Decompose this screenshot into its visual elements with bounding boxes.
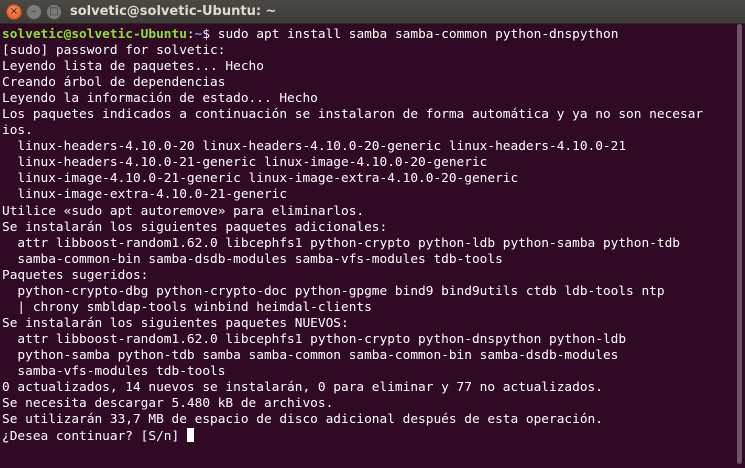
window-title: solvetic@solvetic-Ubuntu: ~ (70, 4, 277, 19)
close-button[interactable]: × (6, 4, 22, 20)
title-bar[interactable]: × – □ solvetic@solvetic-Ubuntu: ~ (0, 0, 745, 24)
terminal-window: × – □ solvetic@solvetic-Ubuntu: ~ solvet… (0, 0, 745, 468)
maximize-icon: □ (49, 6, 59, 17)
output-line: Creando árbol de dependencias (2, 75, 226, 91)
output-line: [sudo] password for solvetic: (2, 43, 226, 59)
text-cursor (186, 428, 194, 443)
output-line: Utilice «sudo apt autoremove» para elimi… (2, 203, 365, 219)
output-line: Se instalarán los siguientes paquetes ad… (2, 219, 388, 235)
output-line: attr libboost-random1.62.0 libcephfs1 py… (2, 235, 680, 251)
output-line: Los paquetes indicados a continuación se… (2, 107, 704, 123)
prompt-separator: : (186, 27, 195, 42)
output-line: | chrony smbldap-tools winbind heimdal-c… (2, 299, 372, 315)
terminal-output[interactable]: solvetic@solvetic-Ubuntu:~$ sudo apt ins… (0, 24, 731, 468)
output-line: linux-image-4.10.0-21-generic linux-imag… (2, 171, 519, 187)
output-line: 0 actualizados, 14 nuevos se instalarán,… (2, 380, 603, 396)
output-line: linux-headers-4.10.0-21-generic linux-im… (2, 155, 488, 171)
scrollbar-thumb[interactable] (737, 24, 742, 464)
output-line: Leyendo la información de estado... Hech… (2, 91, 318, 107)
output-line: Se instalarán los siguientes paquetes NU… (2, 315, 349, 331)
prompt-symbol: $ (202, 27, 218, 42)
output-line: samba-common-bin samba-dsdb-modules samb… (2, 251, 503, 267)
prompt-line: solvetic@solvetic-Ubuntu:~$ sudo apt ins… (2, 27, 731, 43)
output-line: Se necesita descargar 5.480 kB de archiv… (2, 396, 334, 412)
maximize-button[interactable]: □ (46, 4, 62, 20)
close-icon: × (9, 6, 19, 17)
output-line: python-samba python-tdb samba samba-comm… (2, 347, 619, 363)
confirm-line: ¿Desea continuar? [S/n] (2, 428, 731, 444)
output-line: samba-vfs-modules tdb-tools (2, 363, 226, 379)
output-line: attr libboost-random1.62.0 libcephfs1 py… (2, 331, 627, 347)
output-line: linux-image-extra-4.10.0-21-generic (2, 187, 288, 203)
output-line: Se utilizarán 33,7 MB de espacio de disc… (2, 412, 603, 428)
output-line: ios. (2, 123, 33, 139)
minimize-icon: – (31, 6, 37, 17)
prompt-user-host: solvetic@solvetic-Ubuntu (2, 27, 187, 42)
output-line: linux-headers-4.10.0-20 linux-headers-4.… (2, 139, 627, 155)
scrollbar[interactable] (731, 24, 745, 468)
output-line: Paquetes sugeridos: (2, 267, 149, 283)
confirm-prompt: ¿Desea continuar? [S/n] (2, 429, 187, 445)
output-line: python-crypto-dbg python-crypto-doc pyth… (2, 283, 665, 299)
output-line: Leyendo lista de paquetes... Hecho (2, 59, 264, 75)
prompt-command: sudo apt install samba samba-common pyth… (217, 27, 619, 42)
minimize-button[interactable]: – (26, 4, 42, 20)
